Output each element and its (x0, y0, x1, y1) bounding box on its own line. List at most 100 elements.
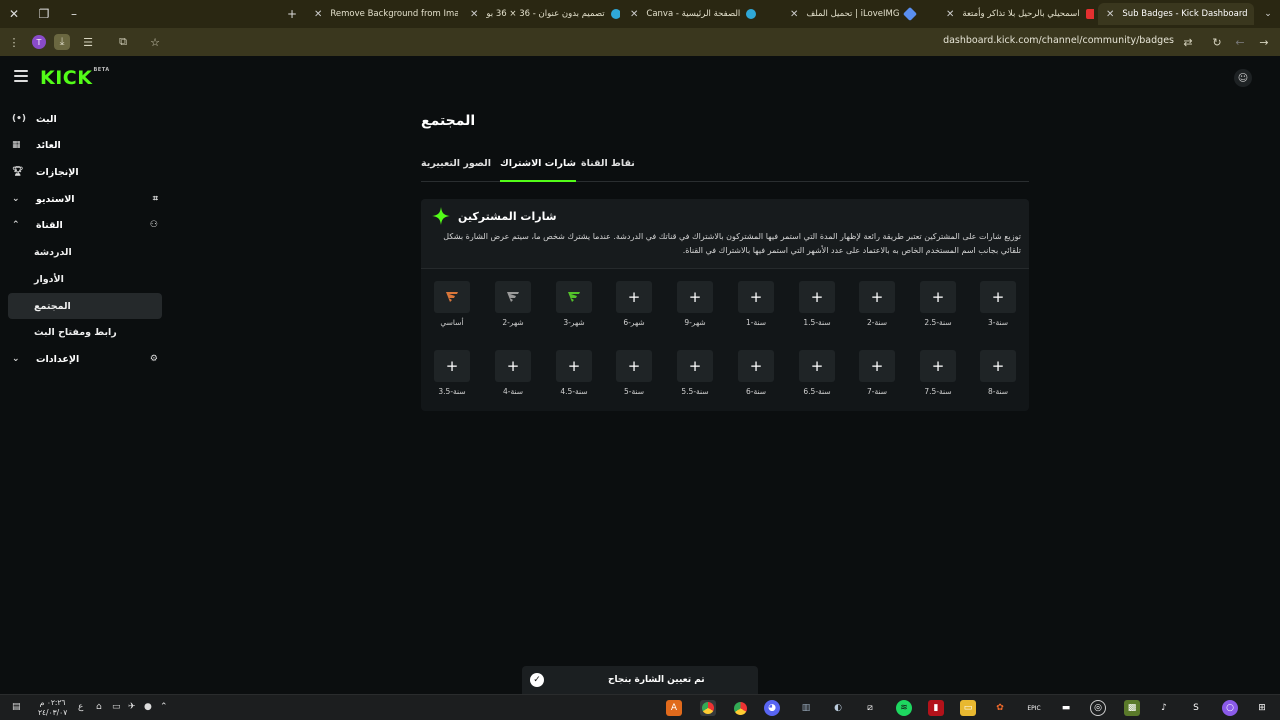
microphone-icon[interactable]: ● (144, 702, 152, 712)
badge-slot[interactable]: + سنة-2.5 (920, 281, 956, 327)
app-purple-icon[interactable]: ○ (1222, 700, 1238, 716)
badge-slot[interactable]: + سنة-4 (495, 350, 531, 396)
sidebar-subitem-community[interactable]: المجتمع (8, 293, 162, 319)
back-icon[interactable]: → (1256, 34, 1272, 50)
app-orange-icon[interactable]: ✿ (992, 700, 1008, 716)
add-badge-button[interactable]: + (920, 350, 956, 382)
tab-close-icon[interactable]: ✕ (946, 9, 954, 20)
site-settings-icon[interactable]: ⇄ (1180, 34, 1196, 50)
capcut-icon[interactable]: ⧄ (862, 700, 878, 716)
add-badge-button[interactable]: + (434, 350, 470, 382)
network-icon[interactable]: ⌂ (96, 702, 102, 712)
tab-sub-badges[interactable]: شارات الاشتراك (500, 158, 576, 182)
add-badge-button[interactable]: + (616, 350, 652, 382)
new-tab-icon[interactable]: + (278, 0, 306, 28)
epic-games-icon[interactable]: EPIC (1026, 700, 1042, 716)
bookmark-star-icon[interactable]: ☆ (147, 34, 163, 50)
sidebar-item-revenue[interactable]: ▦ العائد (8, 132, 162, 158)
badge-slot[interactable]: + سنة-7 (859, 350, 895, 396)
taskbar-clock[interactable]: ٠٢:٢٦ م ٢٤/٠٣/٠٧ (38, 698, 67, 718)
window-restore-icon[interactable]: ❐ (30, 0, 58, 28)
add-badge-button[interactable]: + (920, 281, 956, 313)
add-badge-button[interactable]: + (859, 350, 895, 382)
sidebar-subitem-roles[interactable]: الأدوار (8, 266, 162, 292)
download-icon[interactable]: ⤓ (54, 34, 70, 50)
notification-icon[interactable]: ▤ (12, 702, 21, 712)
tab-close-icon[interactable]: ✕ (1106, 9, 1114, 20)
add-badge-button[interactable]: + (980, 350, 1016, 382)
language-indicator[interactable]: ع (78, 702, 83, 712)
tab-search-icon[interactable]: ⌄ (1254, 0, 1280, 28)
menu-dots-icon[interactable]: ⋮ (6, 34, 22, 50)
tiktok-icon[interactable]: ♪ (1156, 700, 1172, 716)
tray-expand-icon[interactable]: ⌃ (160, 702, 168, 712)
sidebar-item-stream[interactable]: (•) البث (8, 106, 162, 132)
badge-slot[interactable]: + سنة-6 (738, 350, 774, 396)
add-badge-button[interactable]: + (980, 281, 1016, 313)
window-close-icon[interactable]: ✕ (0, 0, 28, 28)
app-red-icon[interactable]: ▮ (928, 700, 944, 716)
extensions-icon[interactable]: ⧉ (115, 34, 131, 50)
bluetooth-icon[interactable]: ✈ (128, 702, 136, 712)
badge-slot[interactable]: + سنة-5.5 (677, 350, 713, 396)
browser-tab-active[interactable]: ✕ Sub Badges - Kick Dashboard (1098, 3, 1254, 25)
obs-icon[interactable]: ◎ (1090, 700, 1106, 716)
browser-tab[interactable]: ✕ تحميل الملف | iLoveIMG (782, 3, 936, 25)
add-badge-button[interactable]: + (799, 281, 835, 313)
window-minimize-icon[interactable]: – (60, 0, 88, 28)
profile-avatar[interactable]: T (32, 35, 46, 49)
sidebar-subitem-stream-key[interactable]: رابط ومفتاح البث (8, 319, 162, 345)
add-badge-button[interactable]: + (616, 281, 652, 313)
badge-slot[interactable]: + سنة-6.5 (799, 350, 835, 396)
url-field[interactable]: dashboard.kick.com/channel/community/bad… (943, 35, 1174, 46)
badge-slot[interactable]: + سنة-5 (616, 350, 652, 396)
sidebar-item-achievements[interactable]: 🏆︎ الإنجازات (8, 159, 162, 185)
menu-toggle-icon[interactable] (14, 70, 28, 82)
sidebar-item-settings[interactable]: ⌄ الإعدادات ⚙ (8, 346, 162, 372)
browser-tab[interactable]: ✕ تصميم بدون عنوان - 36 × 36 بو (462, 3, 620, 25)
sidebar-item-studio[interactable]: ⌄ الاستديو ⌗ (8, 186, 162, 212)
badge-slot[interactable]: شهر-3 (556, 281, 592, 327)
tab-emotes[interactable]: الصور التعبيرية (421, 158, 491, 182)
reading-list-icon[interactable]: ☰ (80, 34, 96, 50)
badge-slot[interactable]: + سنة-2 (859, 281, 895, 327)
forward-icon[interactable]: ← (1232, 34, 1248, 50)
badge-slot[interactable]: + سنة-4.5 (556, 350, 592, 396)
badge-image[interactable] (495, 281, 531, 313)
badge-slot[interactable]: + شهر-6 (616, 281, 652, 327)
badge-slot[interactable]: + سنة-1 (738, 281, 774, 327)
browser-tab[interactable]: ✕ اسمحيلي بالرحيل بلا تذاكر وأمتعة (938, 3, 1094, 25)
add-badge-button[interactable]: + (738, 350, 774, 382)
badge-slot[interactable]: + سنة-7.5 (920, 350, 956, 396)
chrome-profile-icon[interactable] (732, 700, 748, 716)
badge-slot[interactable]: + سنة-8 (980, 350, 1016, 396)
app-s-icon[interactable]: S (1188, 700, 1204, 716)
badge-slot[interactable]: + سنة-3.5 (434, 350, 470, 396)
tab-close-icon[interactable]: ✕ (314, 9, 322, 20)
steam-icon[interactable]: ◐ (830, 700, 846, 716)
display-icon[interactable]: ▭ (112, 702, 121, 712)
sidebar-item-channel[interactable]: ⌃ القناة ⚇ (8, 212, 162, 238)
files-icon[interactable]: ▥ (798, 700, 814, 716)
tab-close-icon[interactable]: ✕ (470, 9, 478, 20)
app-a-icon[interactable]: A (666, 700, 682, 716)
badge-image[interactable] (434, 281, 470, 313)
tab-close-icon[interactable]: ✕ (790, 9, 798, 20)
browser-tab[interactable]: ✕ Remove Background from Ima (306, 3, 458, 25)
tab-close-icon[interactable]: ✕ (630, 9, 638, 20)
add-badge-button[interactable]: + (738, 281, 774, 313)
minecraft-icon[interactable]: ▩ (1124, 700, 1140, 716)
tab-channel-points[interactable]: نقاط القناة (581, 158, 635, 182)
badge-slot[interactable]: + شهر-9 (677, 281, 713, 327)
badge-slot[interactable]: شهر-2 (495, 281, 531, 327)
reload-icon[interactable]: ↻ (1209, 34, 1225, 50)
badge-image[interactable] (556, 281, 592, 313)
kick-logo[interactable]: KICKBETA (40, 67, 110, 89)
discord-icon[interactable]: ◕ (764, 700, 780, 716)
add-badge-button[interactable]: + (799, 350, 835, 382)
file-explorer-icon[interactable]: ▭ (960, 700, 976, 716)
start-icon[interactable]: ⊞ (1254, 700, 1270, 716)
add-badge-button[interactable]: + (677, 350, 713, 382)
chrome-icon[interactable] (700, 700, 716, 716)
badge-slot[interactable]: أساسي (434, 281, 470, 327)
